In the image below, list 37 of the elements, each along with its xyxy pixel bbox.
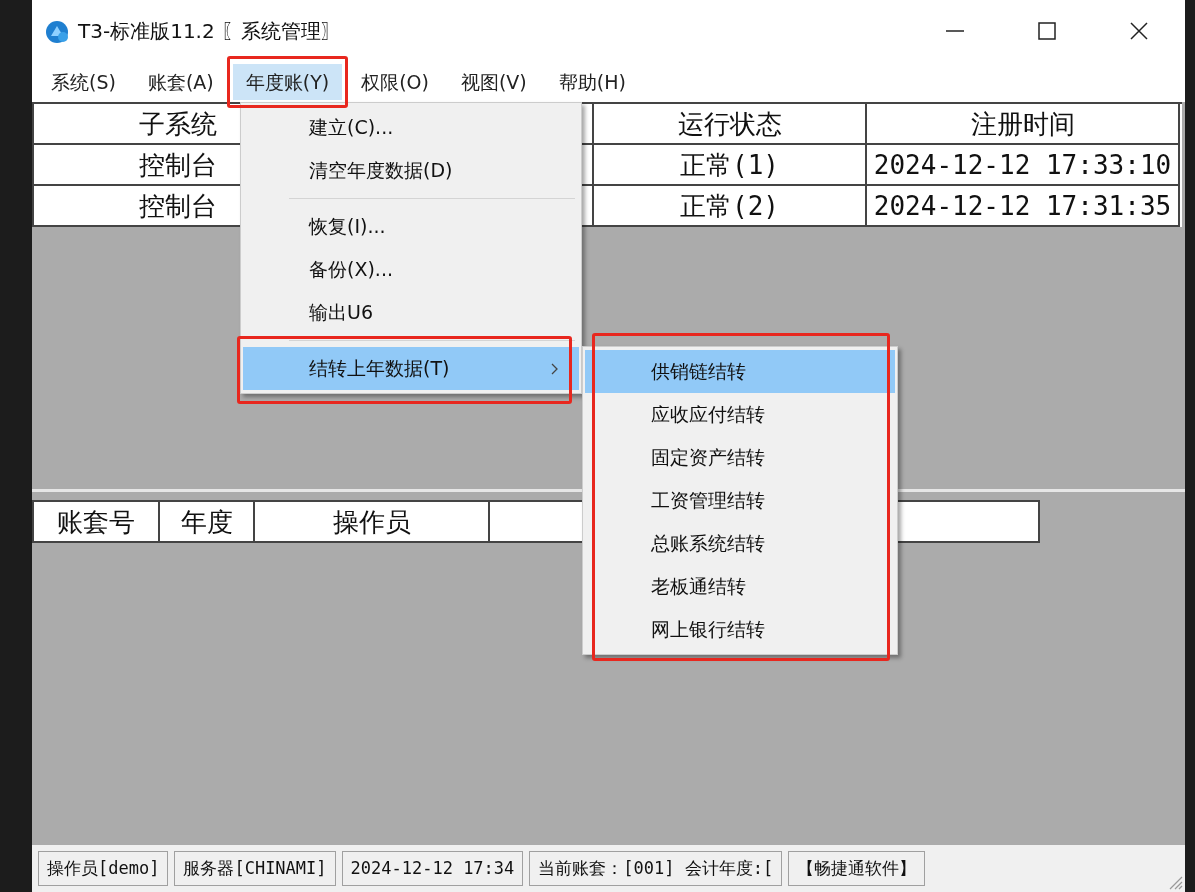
menu-item[interactable]: 视图(V) <box>447 63 540 101</box>
menu-item[interactable]: 帮助(H) <box>545 63 639 101</box>
menu-item[interactable]: 账套(A) <box>134 63 227 101</box>
menu-item[interactable]: 网上银行结转 <box>585 608 895 651</box>
resize-grip-icon <box>1167 874 1183 890</box>
menu-item[interactable]: 应收应付结转 <box>585 393 895 436</box>
menu-item[interactable]: 总账系统结转 <box>585 522 895 565</box>
menu-item[interactable]: 结转上年数据(T) <box>243 347 579 390</box>
window-title: T3-标准版11.2 〖系统管理〗 <box>78 18 342 45</box>
menu-item[interactable]: 工资管理结转 <box>585 479 895 522</box>
app-logo-icon <box>44 18 70 44</box>
menu-item[interactable]: 固定资产结转 <box>585 436 895 479</box>
chevron-right-icon <box>551 362 559 375</box>
menu-item[interactable]: 老板通结转 <box>585 565 895 608</box>
menu-item[interactable]: 输出U6 <box>243 291 579 334</box>
menu-item[interactable]: 供销链结转 <box>585 350 895 393</box>
table-cell: 2024-12-12 17:31:35 <box>867 186 1180 227</box>
status-field: 操作员[demo] <box>38 850 169 887</box>
close-icon <box>1130 22 1148 40</box>
table-cell: 正常(2) <box>594 186 867 227</box>
column-header: 年度 <box>160 502 255 543</box>
menu-item[interactable]: 备份(X)... <box>243 248 579 291</box>
maximize-icon <box>1038 22 1056 40</box>
table-cell: 2024-12-12 17:33:10 <box>867 145 1180 186</box>
table-cell: 正常(1) <box>594 145 867 186</box>
column-header: 账套号 <box>34 502 160 543</box>
column-header: 注册时间 <box>867 104 1180 145</box>
menu-item[interactable]: 系统(S) <box>38 63 129 101</box>
menu-item[interactable]: 年度账(Y) <box>232 63 343 101</box>
status-field: 服务器[CHINAMI] <box>174 850 336 887</box>
status-field: 当前账套：[001] 会计年度:[ <box>529 850 783 887</box>
minimize-icon <box>946 30 964 32</box>
status-field: 【畅捷通软件】 <box>788 850 926 887</box>
column-header: 操作员 <box>255 502 490 543</box>
menu-item[interactable]: 权限(O) <box>348 63 442 101</box>
status-field: 2024-12-12 17:34 <box>341 850 524 887</box>
column-header: 运行状态 <box>594 104 867 145</box>
